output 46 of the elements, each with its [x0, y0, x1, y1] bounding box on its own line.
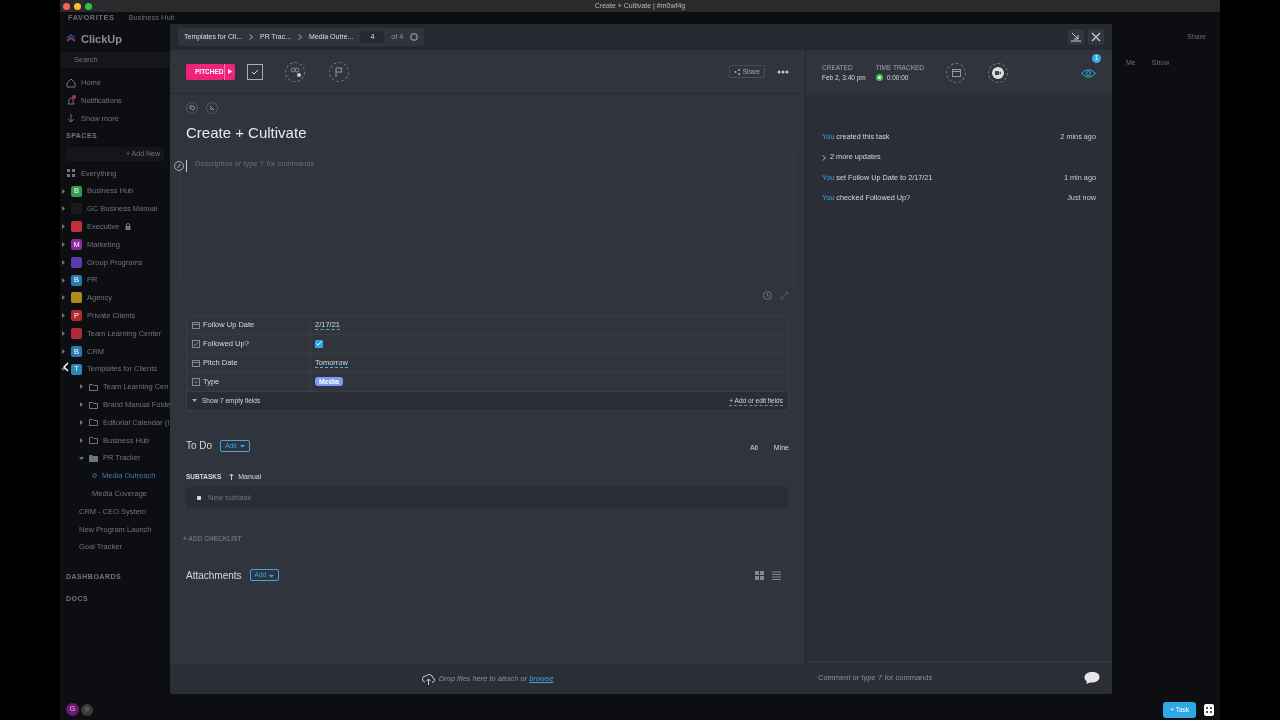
minimize-button[interactable] — [1068, 29, 1084, 45]
edit-icon[interactable] — [174, 161, 184, 171]
list-view-icon[interactable] — [772, 570, 781, 580]
grid-view-icon[interactable] — [755, 570, 764, 580]
section-title: Attachments — [186, 568, 242, 583]
comment-icon[interactable] — [1084, 671, 1100, 685]
collapse-icon[interactable] — [63, 362, 69, 372]
chevron-icon — [298, 34, 303, 40]
timer-icon[interactable] — [875, 73, 883, 81]
chevron-icon — [248, 34, 253, 40]
close-button[interactable] — [1088, 29, 1104, 45]
calendar-icon — [192, 321, 200, 329]
checkbox-icon — [192, 340, 200, 348]
caret-icon — [227, 69, 232, 74]
apps-icon[interactable] — [1204, 704, 1214, 717]
caret-icon — [269, 573, 275, 578]
copy-icon[interactable] — [410, 33, 419, 41]
arrow-up-icon — [229, 473, 235, 481]
bullet-icon — [197, 495, 201, 500]
grid-icon — [66, 168, 76, 179]
history-icon[interactable] — [763, 291, 772, 300]
chevron-icon[interactable] — [822, 154, 826, 161]
checkbox[interactable] — [315, 339, 323, 348]
upload-icon — [421, 673, 435, 685]
dependency-icon[interactable] — [206, 102, 218, 114]
bell-icon — [66, 95, 76, 106]
complete-button[interactable] — [246, 63, 263, 80]
dropdown-icon — [192, 378, 200, 386]
check-icon — [250, 68, 259, 75]
list-dot-icon — [92, 473, 97, 479]
task-title[interactable]: Create + Cultivate — [170, 114, 805, 143]
home-icon — [66, 77, 76, 88]
eye-icon[interactable] — [1081, 68, 1096, 78]
arrow-down-icon — [66, 113, 76, 124]
logo-icon — [66, 34, 76, 44]
status-next-button[interactable] — [223, 63, 235, 80]
section-title: To Do — [186, 439, 213, 454]
caret-icon[interactable] — [192, 399, 197, 403]
logo-text: ClickUp — [81, 31, 122, 47]
tag-icon[interactable] — [186, 102, 198, 114]
calendar-icon — [192, 359, 200, 367]
avatar-icon — [81, 703, 93, 716]
more-icon[interactable] — [777, 69, 789, 74]
caret-icon — [239, 444, 245, 449]
share-icon — [733, 68, 740, 75]
caret-icon[interactable] — [61, 366, 66, 372]
